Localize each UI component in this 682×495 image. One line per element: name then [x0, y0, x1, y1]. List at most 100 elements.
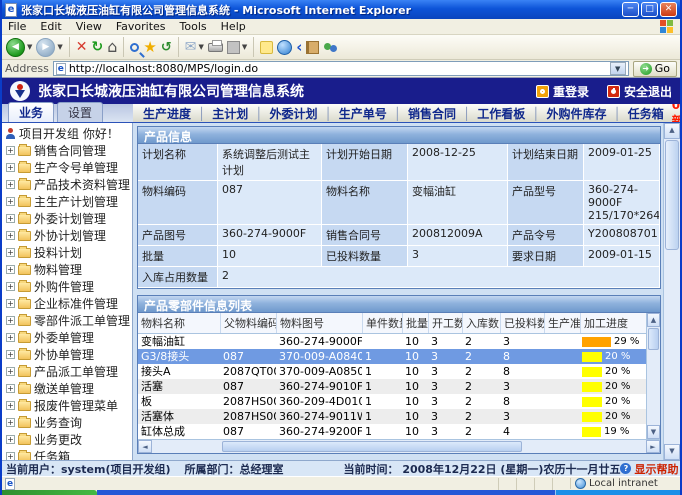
logout-button[interactable]: 安全退出 — [607, 83, 672, 100]
scroll-right-icon[interactable]: ► — [646, 440, 660, 453]
search-icon[interactable] — [130, 43, 139, 52]
table-row[interactable]: 活塞 087 360-274-9010F 1 10 3 2 3 — [138, 379, 646, 394]
history-icon[interactable]: ↺ — [161, 41, 172, 54]
expand-icon[interactable] — [6, 350, 15, 359]
expand-icon[interactable] — [6, 248, 15, 257]
expand-icon[interactable] — [6, 163, 15, 172]
expand-icon[interactable] — [6, 265, 15, 274]
sidebar-item[interactable]: 外协单管理 — [2, 346, 132, 363]
sidebar-item[interactable]: 主生产计划管理 — [2, 193, 132, 210]
table-row[interactable]: G3/8接头 087 370-009-A0840 1 10 3 2 8 — [138, 349, 646, 364]
scrollbar-thumb[interactable] — [665, 140, 679, 250]
column-header[interactable]: 物料名称 — [138, 313, 220, 333]
parts-horizontal-scrollbar[interactable]: ◄ ► — [138, 439, 660, 453]
expand-icon[interactable] — [6, 282, 15, 291]
column-header[interactable]: 单件数量 — [362, 313, 402, 333]
column-header[interactable]: 父物料编码 — [220, 313, 276, 333]
mail-icon[interactable]: ✉ — [185, 40, 197, 54]
column-header[interactable]: 生产准备 — [544, 313, 580, 333]
start-button[interactable] — [2, 490, 97, 495]
sidebar-item[interactable]: 业务更改 — [2, 431, 132, 448]
scroll-up-icon[interactable]: ▲ — [664, 123, 680, 139]
more-dropdown-icon[interactable]: ▼ — [242, 43, 247, 51]
sidebar-item[interactable]: 企业标准件管理 — [2, 295, 132, 312]
column-header[interactable]: 加工进度 — [580, 313, 646, 333]
messenger-icon[interactable] — [323, 40, 338, 55]
expand-icon[interactable] — [6, 316, 15, 325]
parts-vertical-scrollbar[interactable]: ▲ ▼ — [646, 313, 660, 439]
expand-icon[interactable] — [6, 435, 15, 444]
address-url[interactable]: http://localhost:8080/MPS/login.do — [69, 62, 607, 75]
column-header[interactable]: 批量 — [402, 313, 428, 333]
expand-icon[interactable] — [6, 214, 15, 223]
sidebar-item[interactable]: 物料管理 — [2, 261, 132, 278]
sidebar-item[interactable]: 投料计划 — [2, 244, 132, 261]
column-header[interactable]: 物料图号 — [276, 313, 362, 333]
sidebar-item[interactable]: 报废件管理菜单 — [2, 397, 132, 414]
expand-icon[interactable] — [6, 180, 15, 189]
menu-item[interactable]: Favorites — [116, 20, 166, 33]
nav-item[interactable]: 销售合同 — [387, 105, 456, 122]
nav-item[interactable]: 生产单号 — [318, 105, 387, 122]
minimize-button[interactable]: ─ — [622, 2, 639, 17]
tab-business[interactable]: 业务 — [8, 102, 54, 122]
expand-icon[interactable] — [6, 418, 15, 427]
expand-icon[interactable] — [6, 146, 15, 155]
table-row[interactable]: 缸体总成 087 360-274-9200F 1 10 3 2 4 — [138, 424, 646, 439]
nav-item[interactable]: 工作看板 — [456, 105, 525, 122]
expand-icon[interactable] — [6, 333, 15, 342]
expand-icon[interactable] — [6, 197, 15, 206]
tab-settings[interactable]: 设置 — [57, 102, 103, 122]
sidebar-item[interactable]: 缴送单管理 — [2, 380, 132, 397]
quick-nav-icon[interactable]: ‹ — [296, 40, 302, 55]
menu-item[interactable]: File — [8, 20, 26, 33]
column-header[interactable]: 开工数 — [428, 313, 462, 333]
table-row[interactable]: 变幅油缸 360-274-9000F 10 3 2 3 — [138, 334, 646, 349]
go-button[interactable]: ➜ Go — [633, 61, 677, 77]
back-button[interactable]: ◀ — [6, 38, 25, 57]
scroll-up-icon[interactable]: ▲ — [647, 313, 660, 327]
menu-item[interactable]: Edit — [40, 20, 61, 33]
print-icon[interactable] — [208, 43, 223, 52]
content-vertical-scrollbar[interactable]: ▲ ▼ — [663, 123, 680, 460]
scroll-down-icon[interactable]: ▼ — [647, 425, 660, 439]
expand-icon[interactable] — [6, 452, 15, 460]
relogin-button[interactable]: 重登录 — [536, 83, 589, 100]
menu-item[interactable]: View — [76, 20, 102, 33]
scroll-left-icon[interactable]: ◄ — [138, 440, 152, 453]
favorites-icon[interactable]: ★ — [143, 40, 156, 55]
nav-item[interactable]: 外购件库存 — [525, 105, 606, 122]
nav-item[interactable]: 主计划 — [191, 105, 248, 122]
column-header[interactable]: 入库数 — [462, 313, 500, 333]
scrollbar-thumb[interactable] — [222, 441, 522, 452]
sidebar-item[interactable]: 销售合同管理 — [2, 142, 132, 159]
refresh-button[interactable]: ↻ — [92, 40, 104, 54]
expand-icon[interactable] — [6, 299, 15, 308]
expand-icon[interactable] — [6, 401, 15, 410]
nav-item[interactable]: 生产进度 — [143, 105, 191, 122]
back-dropdown-icon[interactable]: ▼ — [27, 43, 32, 51]
mail-dropdown-icon[interactable]: ▼ — [199, 43, 204, 51]
sidebar-item[interactable]: 业务查询 — [2, 414, 132, 431]
table-row[interactable]: 活塞体 2087HS002 360-274-9011W 1 10 3 2 3 — [138, 409, 646, 424]
address-dropdown-icon[interactable]: ▼ — [610, 62, 626, 75]
scrollbar-thumb[interactable] — [648, 328, 659, 350]
forward-button[interactable]: ▶ — [36, 38, 55, 57]
research-icon[interactable] — [306, 41, 319, 54]
show-help-link[interactable]: ? 显示帮助 — [620, 461, 678, 477]
close-button[interactable]: ✕ — [660, 2, 677, 17]
notes-icon[interactable] — [260, 41, 273, 54]
expand-icon[interactable] — [6, 231, 15, 240]
browser-globe-icon[interactable] — [277, 40, 292, 55]
expand-icon[interactable] — [6, 384, 15, 393]
sidebar-item[interactable]: 零部件派工单管理 — [2, 312, 132, 329]
menu-item[interactable]: Tools — [180, 20, 207, 33]
sidebar-item[interactable]: 产品技术资料管理 — [2, 176, 132, 193]
table-row[interactable]: 板 2087HS002 360-209-4D010 1 10 3 2 8 — [138, 394, 646, 409]
scroll-down-icon[interactable]: ▼ — [664, 444, 680, 460]
nav-item[interactable]: 任务箱 — [607, 105, 664, 122]
home-button[interactable]: ⌂ — [107, 39, 117, 55]
menu-item[interactable]: Help — [221, 20, 246, 33]
expand-icon[interactable] — [6, 367, 15, 376]
nav-item[interactable]: 外委计划 — [248, 105, 317, 122]
